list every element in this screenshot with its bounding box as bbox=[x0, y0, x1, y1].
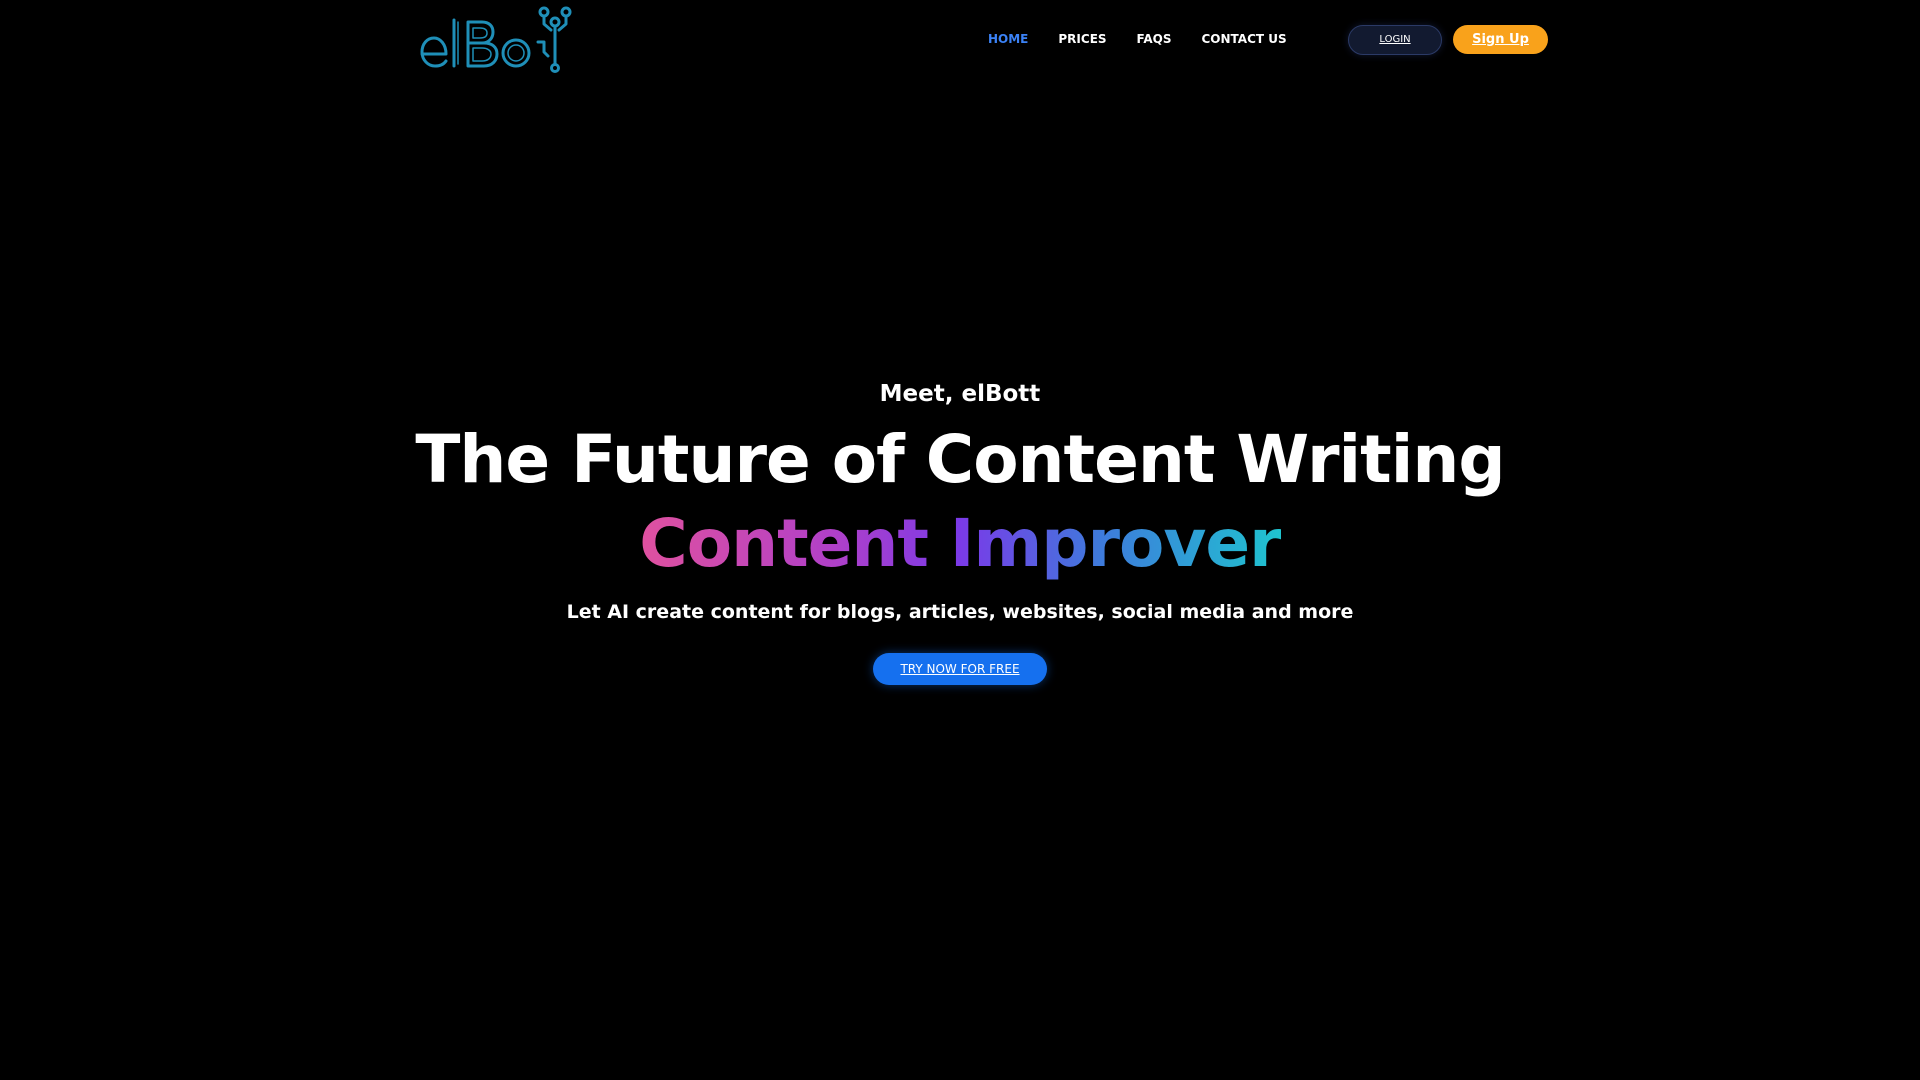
login-button[interactable]: LOGIN bbox=[1348, 25, 1442, 55]
hero-subline: Let AI create content for blogs, article… bbox=[566, 601, 1354, 623]
hero-section: Meet, elBott The Future of Content Writi… bbox=[0, 370, 1920, 685]
elbot-logo-icon bbox=[420, 6, 572, 73]
nav-contact-us-link[interactable]: CONTACT US bbox=[1202, 29, 1287, 49]
try-now-button[interactable]: TRY NOW FOR FREE bbox=[873, 653, 1047, 685]
elbot-logo[interactable] bbox=[418, 2, 574, 74]
signup-button[interactable]: Sign Up bbox=[1453, 25, 1548, 54]
hero-headline: The Future of Content Writing bbox=[415, 421, 1505, 498]
site-header: HOME PRICES FAQS CONTACT US LOGIN Sign U… bbox=[0, 0, 1920, 80]
nav-faqs-link[interactable]: FAQS bbox=[1137, 29, 1172, 49]
nav-home-link[interactable]: HOME bbox=[988, 29, 1028, 49]
main-nav: HOME PRICES FAQS CONTACT US bbox=[988, 29, 1317, 49]
hero-kicker: Meet, elBott bbox=[879, 381, 1041, 407]
hero-rotating-text: Content Improver bbox=[639, 502, 1281, 586]
landing-page: HOME PRICES FAQS CONTACT US LOGIN Sign U… bbox=[0, 0, 1920, 1080]
nav-prices-link[interactable]: PRICES bbox=[1058, 29, 1106, 49]
